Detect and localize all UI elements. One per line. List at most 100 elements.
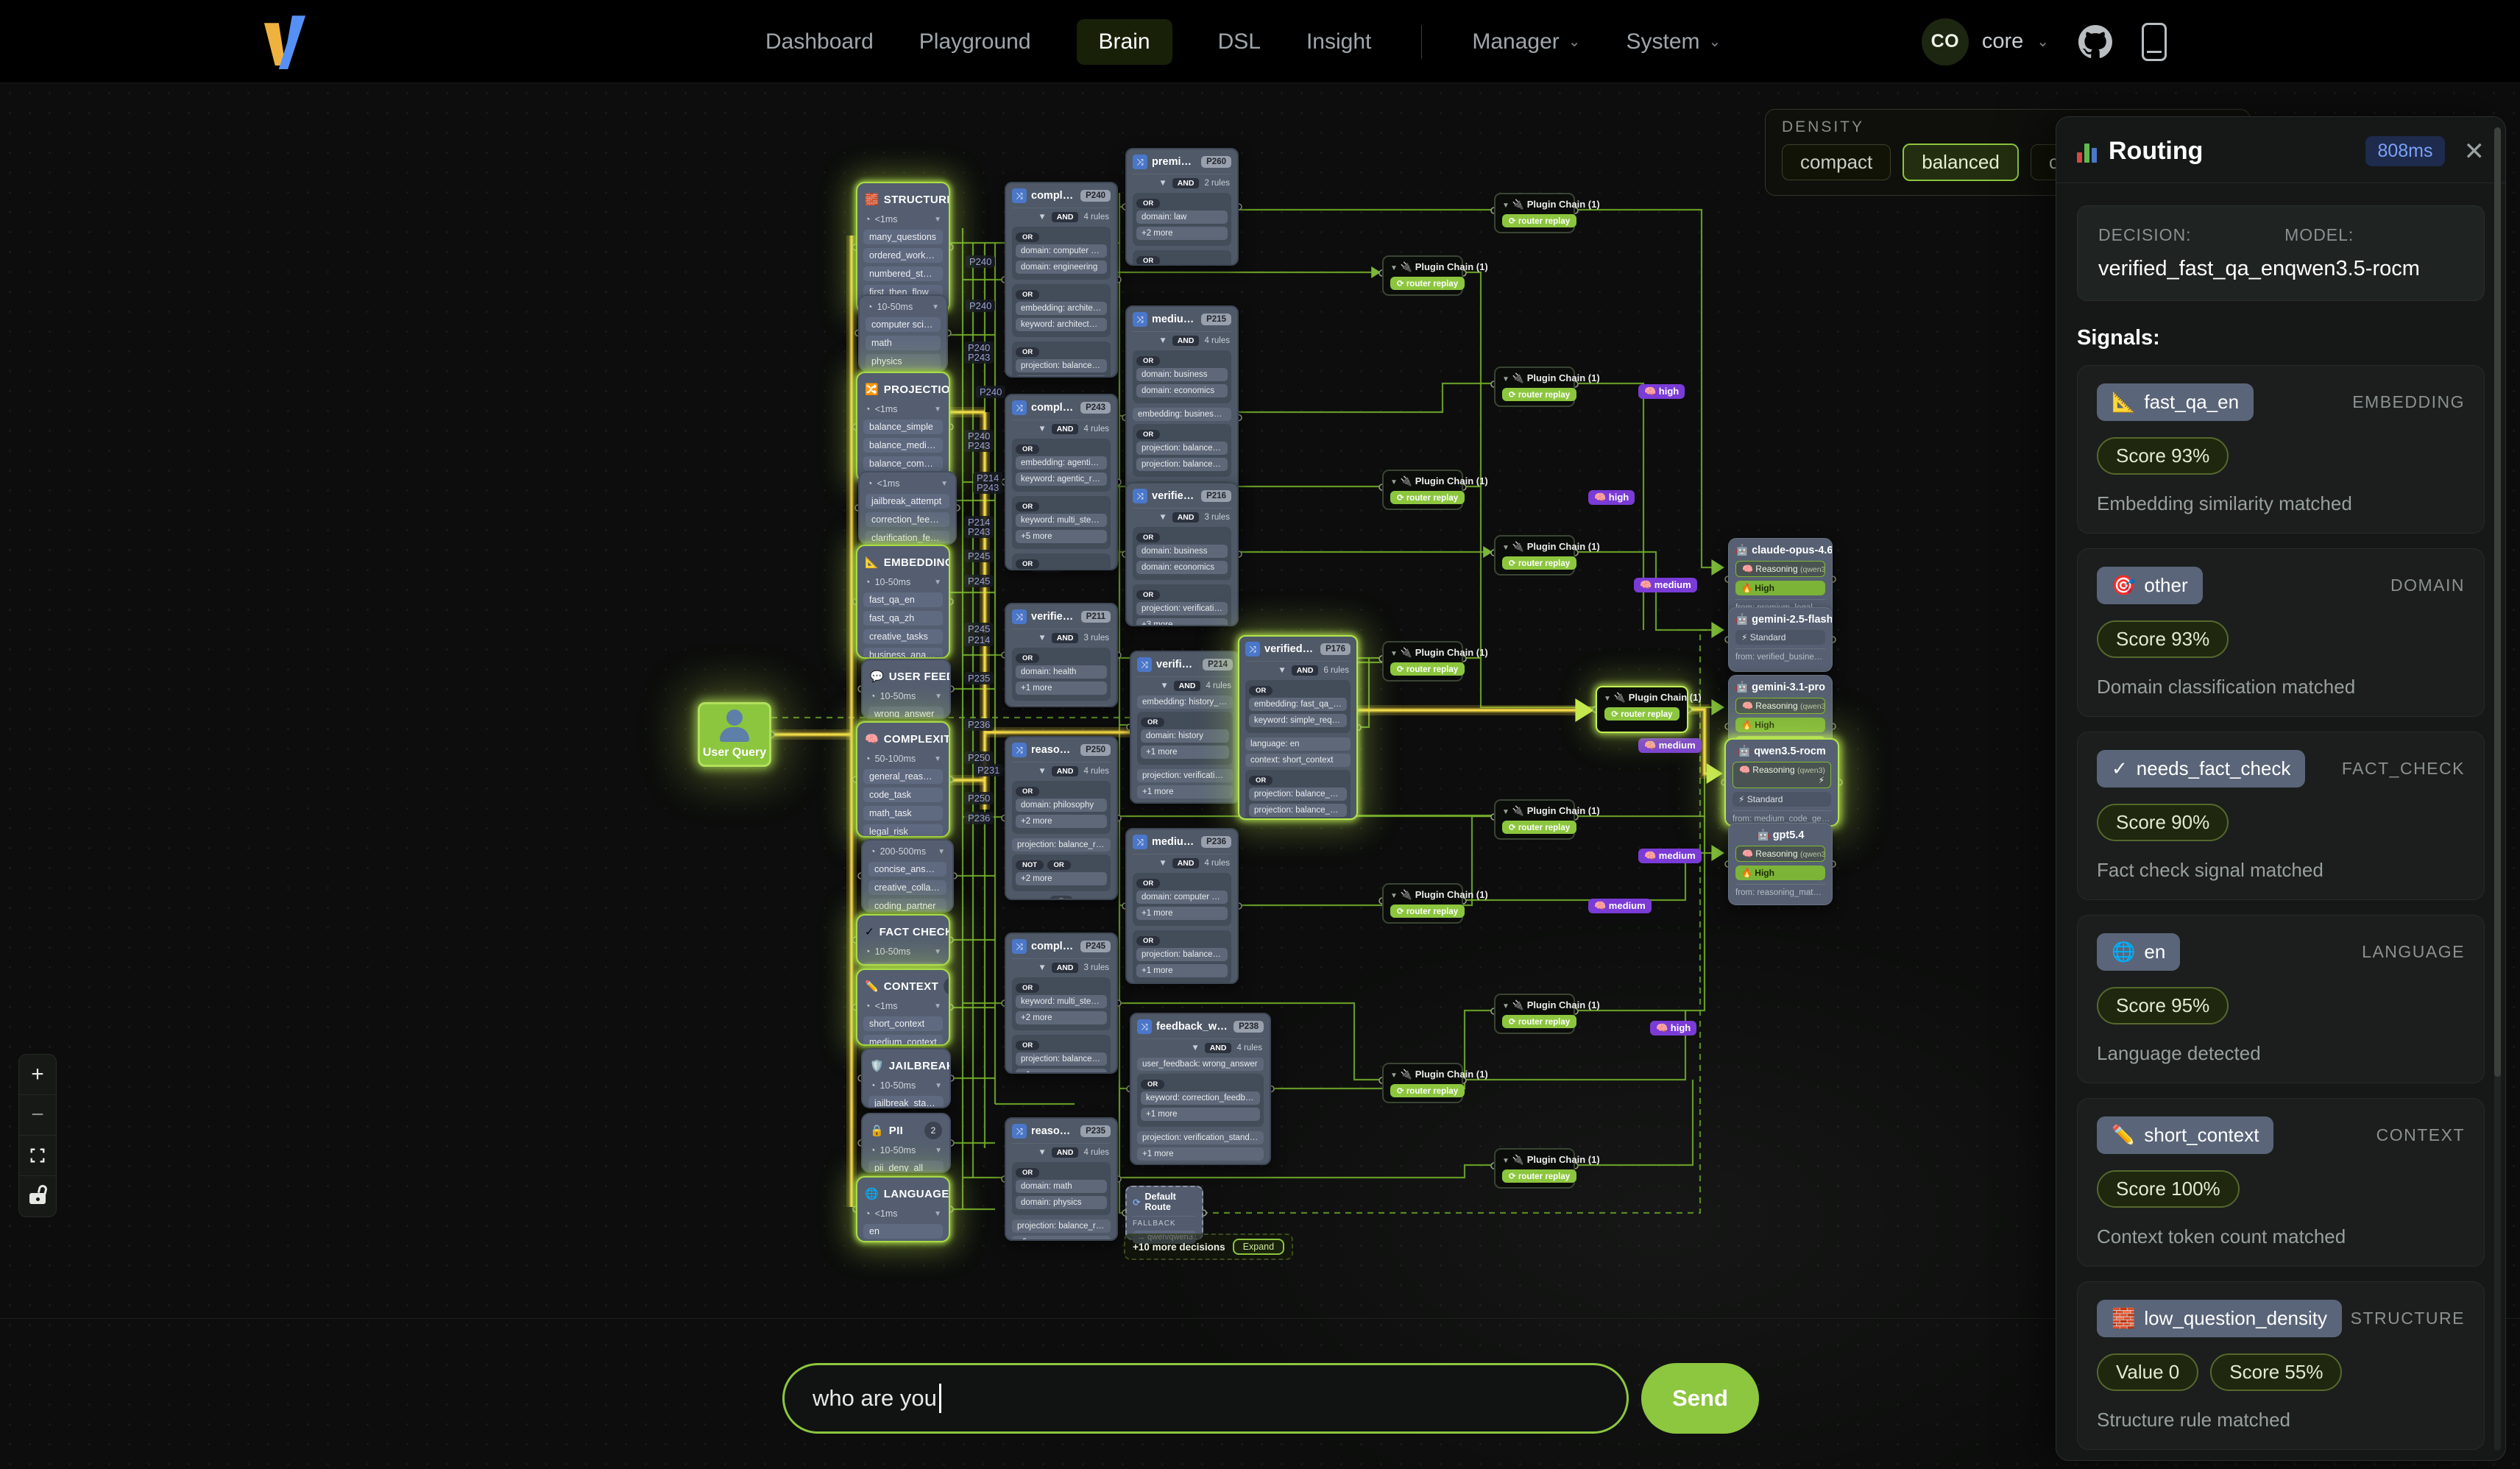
signal-type: EMBEDDING xyxy=(2352,392,2465,412)
signal-name: fast_qa_en xyxy=(2144,391,2239,414)
nav-divider xyxy=(1421,25,1422,59)
edge-label: P176 xyxy=(1088,549,1119,563)
edge-label: P231 xyxy=(974,764,1003,776)
edge-label: P243 xyxy=(964,439,994,452)
edge-label: P250 xyxy=(964,751,994,764)
edge-label: P236 xyxy=(964,812,994,824)
chat-input[interactable]: who are you xyxy=(782,1363,1629,1434)
signal-type: DOMAIN xyxy=(2390,576,2465,595)
nav-right: CO core ⌄ xyxy=(1922,0,2167,83)
edge-label: P240 xyxy=(976,386,1005,398)
signal-description: Context token count matched xyxy=(2097,1225,2465,1248)
signal-row: 🎯 other DOMAIN xyxy=(2097,567,2465,604)
signal-badges: Score 90% xyxy=(2097,804,2465,841)
signals-label: Signals: xyxy=(2077,326,2485,350)
avatar[interactable]: CO xyxy=(1922,18,1969,66)
signal-card: 📐fast_qa_en EMBEDDING Score 93% Embedding s… xyxy=(2077,365,2485,534)
routing-panel: Routing 808ms ✕ DECISION: verified_fast_… xyxy=(2056,116,2506,1461)
globe-icon: 🌐 xyxy=(2112,941,2135,963)
score-badge: Value 0 xyxy=(2097,1353,2198,1391)
signal-name: needs_fact_check xyxy=(2137,757,2291,780)
decision-label: DECISION: xyxy=(2098,225,2284,245)
bar-chart-icon xyxy=(2077,141,2097,163)
reasoning-effort-badge: 🧠 medium xyxy=(1638,849,1702,863)
nav-items: Dashboard Playground Brain DSL Insight Manage… xyxy=(765,0,1721,83)
reasoning-effort-badge: 🧠 high xyxy=(1588,490,1635,505)
score-badge: Score 93% xyxy=(2097,437,2229,475)
nav-item-dsl[interactable]: DSL xyxy=(1218,29,1261,54)
signal-type: CONTEXT xyxy=(2376,1125,2465,1145)
edge-label: P243 xyxy=(964,351,994,364)
reasoning-effort-badge: 🧠 high xyxy=(1650,1021,1696,1036)
chat-input-value: who are you xyxy=(813,1385,937,1412)
score-badge: Score 100% xyxy=(2097,1170,2240,1208)
signal-name: other xyxy=(2144,574,2187,597)
nav-item-brain[interactable]: Brain xyxy=(1077,19,1172,65)
nav-item-manager[interactable]: Manager⌄ xyxy=(1472,29,1580,54)
nav-item-system[interactable]: System⌄ xyxy=(1627,29,1721,54)
routing-header: Routing 808ms ✕ xyxy=(2056,117,2505,183)
signal-name-badge: 🧱low_question_density xyxy=(2097,1300,2342,1337)
edge-label: P236 xyxy=(964,718,994,731)
top-navbar: Dashboard Playground Brain DSL Insight Manage… xyxy=(0,0,2520,83)
mobile-device-icon[interactable] xyxy=(2142,23,2167,61)
density-option-compact[interactable]: compact xyxy=(1782,144,1891,180)
zoom-in-button[interactable]: + xyxy=(19,1055,56,1095)
reasoning-effort-badge: 🧠 medium xyxy=(1638,738,1702,753)
send-button[interactable]: Send xyxy=(1641,1363,1759,1434)
nav-item-insight[interactable]: Insight xyxy=(1306,29,1371,54)
signal-card: 🧱low_question_density STRUCTURE Value 0 Sco… xyxy=(2077,1281,2485,1450)
text-caret xyxy=(939,1384,941,1413)
canvas-controls: + − xyxy=(18,1054,57,1217)
account-name: core xyxy=(1982,29,2023,54)
zoom-out-button[interactable]: − xyxy=(19,1095,56,1136)
edge-label: P240 xyxy=(966,255,995,268)
dart-icon: 🎯 xyxy=(2112,574,2135,597)
score-badge: Score 55% xyxy=(2210,1353,2342,1391)
account-menu[interactable]: CO core ⌄ xyxy=(1922,18,2049,66)
reasoning-effort-badge: 🧠 medium xyxy=(1588,899,1652,913)
signal-name-badge: 📐fast_qa_en xyxy=(2097,383,2254,421)
model-label: MODEL: xyxy=(2284,225,2463,245)
signal-badges: Score 93% xyxy=(2097,437,2465,475)
github-icon[interactable] xyxy=(2078,25,2112,59)
nav-item-playground[interactable]: Playground xyxy=(919,29,1031,54)
model-value: qwen3.5-rocm xyxy=(2284,257,2463,281)
signal-badges: Value 0 Score 55% xyxy=(2097,1353,2465,1391)
edge-label: P240 xyxy=(966,300,995,312)
signal-description: Domain classification matched xyxy=(2097,676,2465,698)
pencil-icon: ✏️ xyxy=(2112,1124,2135,1147)
signal-badges: Score 95% xyxy=(2097,987,2465,1024)
signal-row: 📐fast_qa_en EMBEDDING xyxy=(2097,383,2465,421)
routing-title: Routing xyxy=(2109,137,2354,166)
signal-name-badge: ✏️ short_context xyxy=(2097,1116,2273,1154)
signal-type: STRUCTURE xyxy=(2351,1309,2465,1328)
chevron-down-icon: ⌄ xyxy=(1568,32,1581,51)
fit-view-icon xyxy=(29,1147,46,1164)
fit-view-button[interactable] xyxy=(19,1136,56,1176)
signal-name: short_context xyxy=(2144,1124,2259,1147)
routing-scrollbar-thumb[interactable] xyxy=(2494,127,2501,1077)
signal-description: Language detected xyxy=(2097,1042,2465,1065)
density-option-balanced[interactable]: balanced xyxy=(1903,144,2019,181)
edge-label: P235 xyxy=(1031,560,1061,573)
lock-icon xyxy=(29,1189,46,1204)
signal-name-badge: 🎯 other xyxy=(2097,567,2203,604)
reasoning-effort-badge: 🧠 medium xyxy=(1634,578,1697,592)
app-logo-icon[interactable] xyxy=(259,13,311,69)
lock-button[interactable] xyxy=(19,1176,56,1217)
edge-label: P245 xyxy=(964,575,994,587)
latency-badge: 808ms xyxy=(2365,136,2444,166)
signal-description: Embedding similarity matched xyxy=(2097,492,2465,515)
signal-card: 🎯otherDOMAINScore 93%Domain classificati… xyxy=(2077,548,2485,717)
edge-label: P214 xyxy=(964,634,994,646)
decision-card: DECISION: verified_fast_qa_en MODEL: qwe… xyxy=(2077,205,2485,301)
edge-label: P235 xyxy=(964,672,994,684)
chevron-down-icon: ⌄ xyxy=(1709,32,1721,51)
nav-item-dashboard[interactable]: Dashboard xyxy=(765,29,874,54)
signals-list: 📐fast_qa_en EMBEDDING Score 93% Embedding s… xyxy=(2056,365,2505,1461)
signal-name: low_question_density xyxy=(2144,1307,2327,1330)
routing-scrollbar[interactable] xyxy=(2494,127,2501,1451)
close-icon[interactable]: ✕ xyxy=(2464,137,2485,166)
check-icon: ✓ xyxy=(2112,757,2128,780)
